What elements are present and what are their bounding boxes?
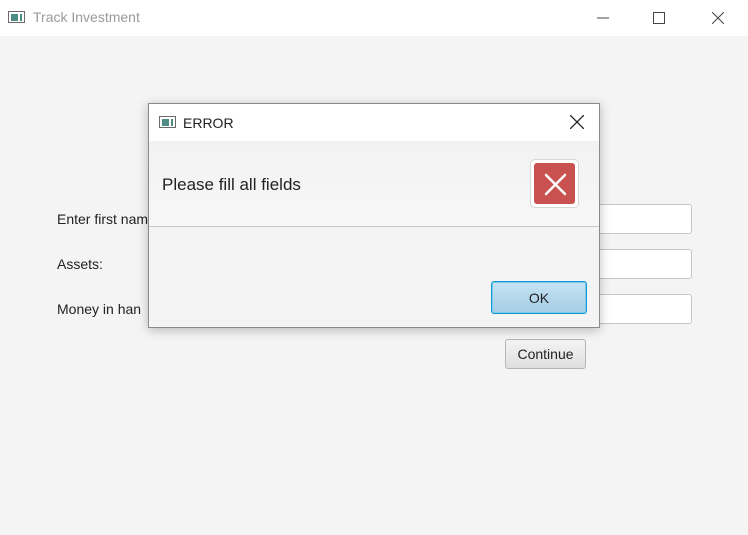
close-window-button[interactable] (695, 0, 741, 36)
assets-input[interactable] (596, 249, 692, 279)
close-icon (712, 12, 724, 24)
assets-label: Assets: (57, 256, 103, 272)
close-icon (570, 115, 584, 129)
app-window-icon (8, 11, 25, 23)
minimize-button[interactable] (580, 0, 626, 36)
window-title: Track Investment (33, 9, 140, 25)
dialog-title-bar: ERROR (149, 104, 599, 141)
money-in-hand-label: Money in han (57, 301, 142, 317)
dialog-message: Please fill all fields (162, 175, 301, 194)
first-name-label: Enter first nam (57, 211, 149, 227)
continue-button[interactable]: Continue (505, 339, 586, 369)
dialog-title: ERROR (183, 115, 234, 131)
dialog-header: Please fill all fields (149, 141, 599, 227)
dialog-close-button[interactable] (555, 104, 599, 141)
maximize-button[interactable] (636, 0, 682, 36)
minimize-icon (597, 17, 609, 19)
error-dialog: ERROR Please fill all fields OK (148, 103, 600, 328)
money-in-hand-input[interactable] (596, 294, 692, 324)
dialog-window-icon (159, 116, 176, 128)
ok-button[interactable]: OK (491, 281, 587, 314)
maximize-icon (653, 12, 665, 24)
x-mark-icon (544, 173, 567, 196)
window-title-bar: Track Investment (0, 0, 748, 36)
error-icon (530, 159, 579, 208)
first-name-input[interactable] (596, 204, 692, 234)
